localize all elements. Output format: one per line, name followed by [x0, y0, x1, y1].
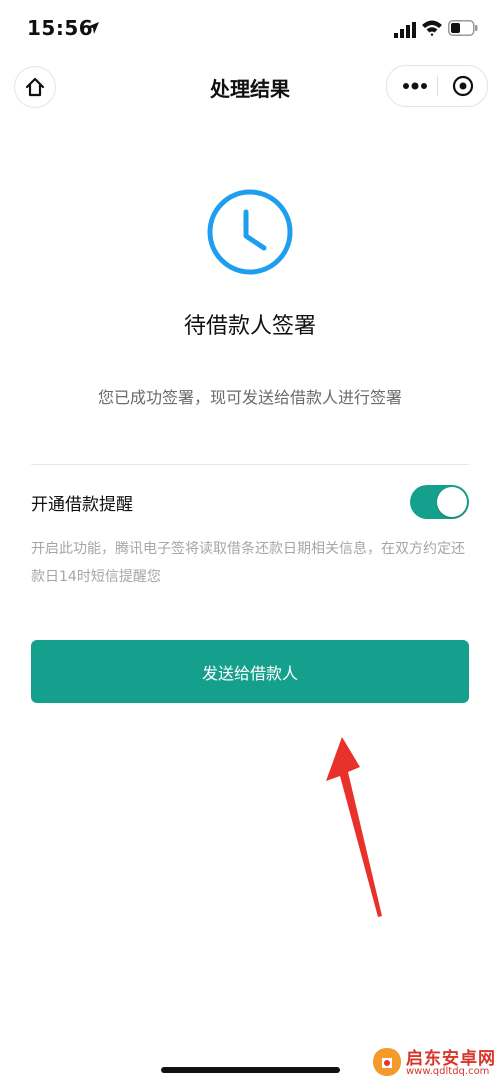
target-close-icon: [452, 75, 474, 97]
more-dots-icon: [403, 82, 427, 90]
result-description: 您已成功签署，现可发送给借款人进行签署: [97, 388, 402, 407]
reminder-toggle[interactable]: [410, 485, 469, 519]
result-heading: 待借款人签署: [183, 314, 316, 339]
section-divider: [31, 464, 469, 465]
wifi-icon: [422, 20, 442, 37]
capsule-divider: [437, 76, 438, 96]
toggle-knob: [437, 487, 467, 517]
watermark-logo-icon: [373, 1048, 401, 1076]
mini-program-capsule: [386, 65, 488, 107]
watermark-url: www.qdltdq.com: [406, 1066, 490, 1077]
send-to-borrower-button[interactable]: 发送给借款人: [31, 640, 469, 703]
watermark: 启东安卓网 www.qdltdq.com: [372, 1044, 497, 1080]
home-indicator: [161, 1067, 340, 1073]
battery-icon: [448, 20, 478, 36]
close-button[interactable]: [441, 66, 485, 106]
more-button[interactable]: [393, 66, 437, 106]
cellular-signal-icon: [394, 22, 416, 38]
status-time: 15:56: [27, 16, 94, 40]
location-arrow-icon: [87, 22, 99, 34]
nav-bar: 处理结果: [0, 60, 500, 110]
clock-icon: [207, 189, 293, 275]
annotation-arrow-icon: [326, 737, 382, 917]
status-bar: 15:56: [0, 0, 500, 60]
reminder-description: 开启此功能，腾讯电子签将读取借条还款日期相关信息，在双方约定还款日14时短信提醒…: [31, 541, 465, 585]
reminder-label: 开通借款提醒: [31, 495, 133, 515]
